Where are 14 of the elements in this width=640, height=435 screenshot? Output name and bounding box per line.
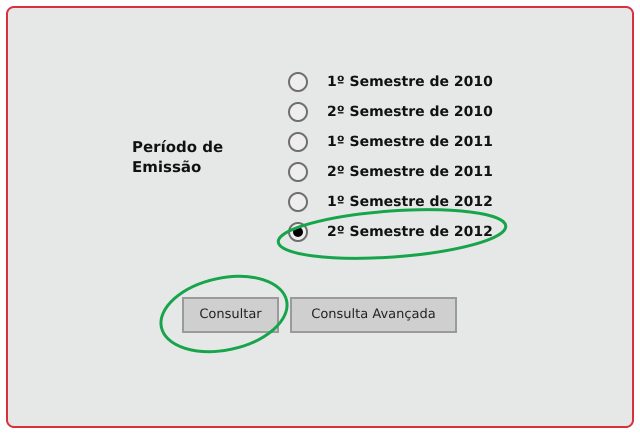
query-button[interactable]: Consulta Avançada [290,297,457,333]
radio-label[interactable]: 2º Semestre de 2010 [327,102,493,122]
radio-button[interactable] [288,72,308,92]
radio-label[interactable]: 1º Semestre de 2010 [327,72,493,92]
radio-label[interactable]: 1º Semestre de 2012 [327,192,493,212]
query-button[interactable]: Consultar [182,297,279,333]
radio-button[interactable] [288,132,308,152]
radio-label[interactable]: 2º Semestre de 2012 [327,222,493,242]
radio-button[interactable] [288,102,308,122]
radio-label[interactable]: 1º Semestre de 2011 [327,132,493,152]
radio-button[interactable] [288,192,308,212]
field-label: Período de Emissão [132,137,224,177]
radio-button[interactable] [288,162,308,182]
radio-label[interactable]: 2º Semestre de 2011 [327,162,493,182]
